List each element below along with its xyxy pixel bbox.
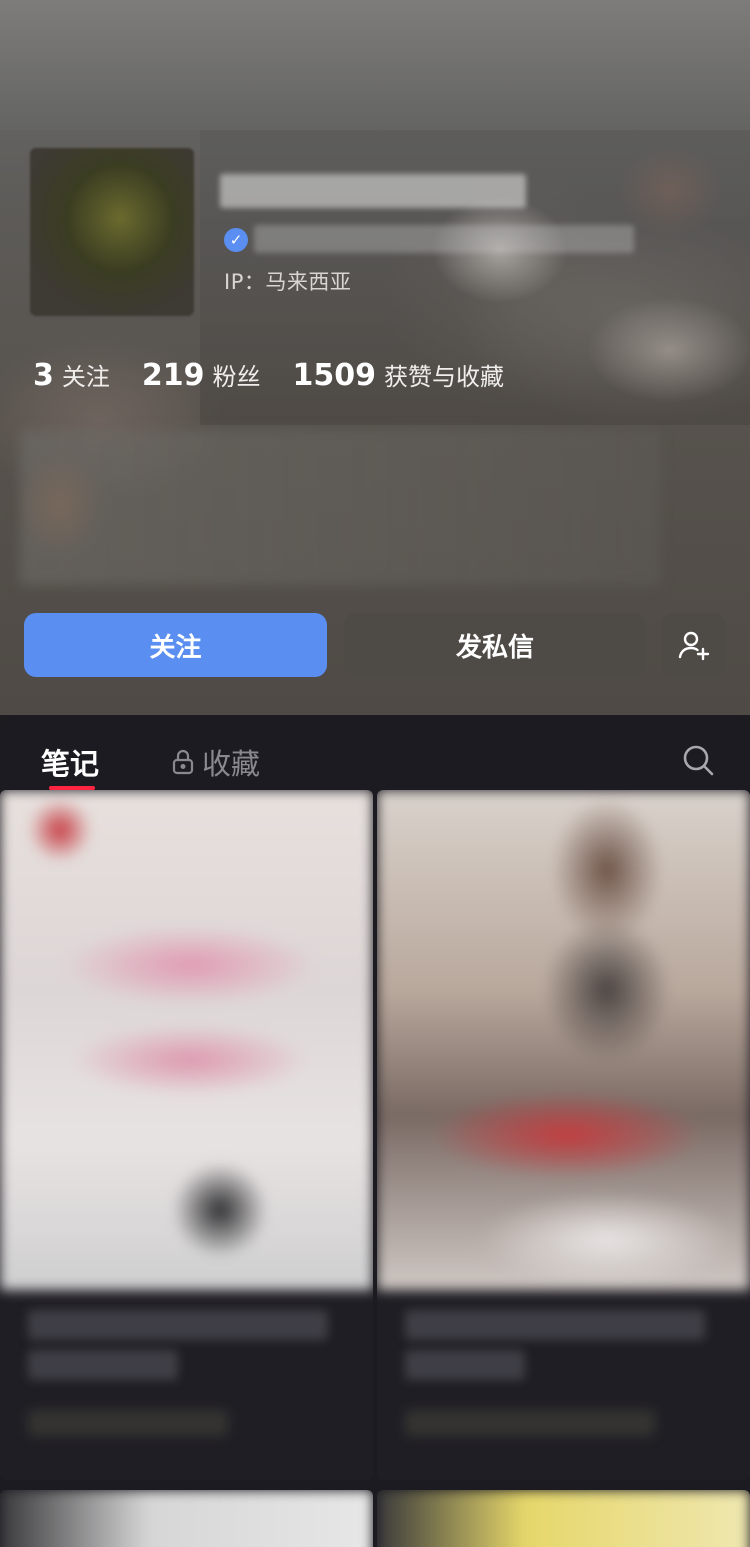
content-panel: 笔记 收藏	[0, 715, 750, 1547]
stat-likes-label: 获赞与收藏	[384, 363, 504, 391]
stat-following-label: 关注	[61, 363, 110, 391]
ip-location: IP：马来西亚	[224, 270, 352, 294]
message-button[interactable]: 发私信	[344, 613, 646, 677]
note-card[interactable]	[0, 1490, 373, 1547]
user-id-redacted	[254, 225, 634, 253]
notes-grid	[0, 790, 750, 1547]
tab-favorites[interactable]: 收藏	[172, 741, 260, 783]
stat-following[interactable]: 3 关注	[33, 357, 110, 393]
note-title-redacted	[405, 1350, 525, 1380]
username-redacted	[220, 174, 526, 208]
note-title-redacted	[28, 1310, 328, 1340]
stat-followers[interactable]: 219 粉丝	[142, 357, 261, 393]
stat-followers-label: 粉丝	[212, 363, 261, 391]
note-title-redacted	[28, 1350, 178, 1380]
follow-button[interactable]: 关注	[24, 613, 327, 677]
note-title-redacted	[405, 1310, 705, 1340]
lock-icon	[172, 749, 194, 775]
search-icon[interactable]	[681, 743, 715, 777]
note-meta-redacted	[28, 1410, 228, 1436]
note-card[interactable]	[0, 790, 373, 1480]
tab-notes[interactable]: 笔记	[41, 741, 99, 783]
stat-following-count: 3	[33, 358, 54, 393]
avatar[interactable]	[30, 148, 194, 316]
note-cover-image	[377, 1490, 750, 1547]
bio-redacted	[20, 430, 660, 585]
tab-favorites-label: 收藏	[202, 747, 261, 781]
note-cover-image	[0, 1490, 373, 1547]
verified-icon: ✓	[224, 228, 248, 252]
cover-image	[0, 0, 750, 130]
note-cover-image	[377, 790, 750, 1290]
add-user-icon	[678, 631, 710, 661]
stat-likes-count: 1509	[292, 358, 377, 393]
stat-followers-count: 219	[141, 358, 205, 393]
add-friend-button[interactable]	[662, 613, 726, 677]
note-cover-image	[0, 790, 373, 1290]
note-card[interactable]	[377, 790, 750, 1480]
stat-likes[interactable]: 1509 获赞与收藏	[293, 357, 505, 393]
note-meta-redacted	[405, 1410, 655, 1436]
note-card[interactable]	[377, 1490, 750, 1547]
content-tabs: 笔记 收藏	[0, 715, 750, 790]
profile-header: ✓ IP：马来西亚 3 关注 219 粉丝 1509 获赞与收藏 关注 发私信	[0, 0, 750, 715]
profile-stats: 3 关注 219 粉丝 1509 获赞与收藏	[33, 357, 504, 393]
